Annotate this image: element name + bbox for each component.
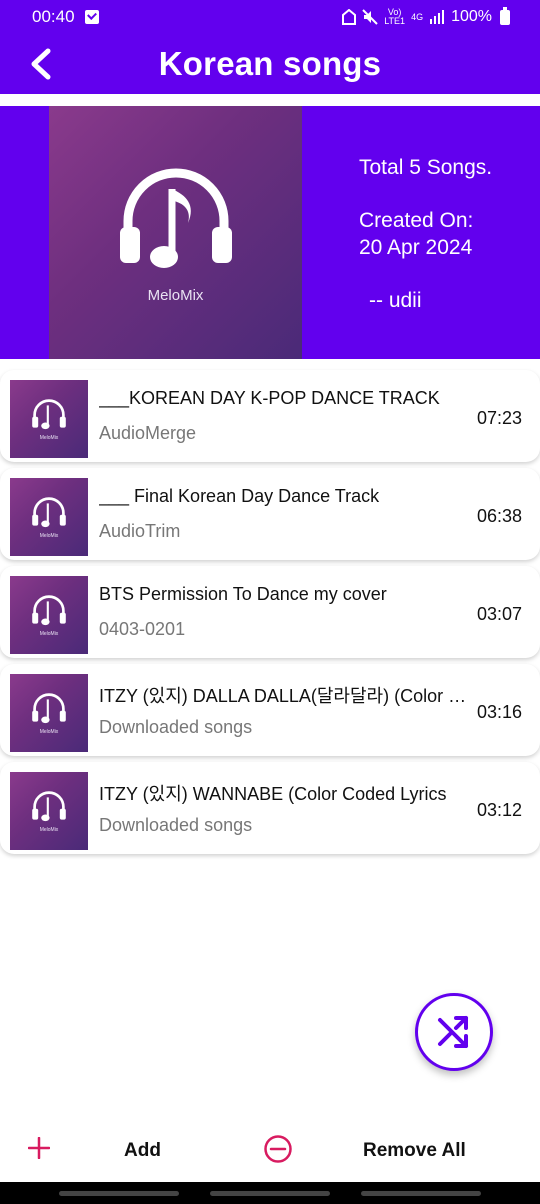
thumb-brand: MeloMix xyxy=(39,827,59,833)
song-thumbnail: MeloMix xyxy=(10,380,88,458)
mute-icon xyxy=(362,9,378,25)
headphones-note-icon xyxy=(32,399,66,430)
song-list: MeloMix ___KOREAN DAY K-POP DANCE TRACK … xyxy=(0,370,540,860)
song-folder: Downloaded songs xyxy=(99,717,253,737)
song-folder: AudioMerge xyxy=(99,423,197,443)
app-bar: Korean songs xyxy=(0,34,540,94)
playlist-meta: Total 5 Songs. Created On: 20 Apr 2024 -… xyxy=(359,154,492,314)
song-title: ___ Final Korean Day Dance Track xyxy=(99,486,380,506)
nav-recents[interactable] xyxy=(59,1191,179,1196)
signal-icon xyxy=(430,10,445,24)
song-duration: 03:16 xyxy=(476,702,522,722)
song-duration: 03:12 xyxy=(476,800,522,820)
system-nav-bar xyxy=(0,1182,540,1204)
song-title: BTS Permission To Dance my cover xyxy=(99,584,387,604)
status-time: 00:40 xyxy=(32,7,75,26)
shuffle-icon xyxy=(438,1016,468,1048)
data-type: 4G xyxy=(411,11,424,22)
shuffle-button[interactable] xyxy=(415,993,493,1071)
total-songs: Total 5 Songs. xyxy=(359,156,493,179)
song-row[interactable]: MeloMix ITZY (있지) DALLA DALLA(달라달라) (Col… xyxy=(0,664,540,756)
headphones-note-icon xyxy=(32,497,66,528)
song-thumbnail: MeloMix xyxy=(10,772,88,850)
home-alert-icon xyxy=(342,9,357,25)
song-title: ITZY (있지) DALLA DALLA(달라달라) (Color Coded… xyxy=(99,686,469,706)
bottom-action-bar: Add Remove All xyxy=(0,1118,540,1182)
song-duration: 03:07 xyxy=(476,604,522,624)
song-thumbnail: MeloMix xyxy=(10,478,88,556)
song-duration: 06:38 xyxy=(476,506,522,526)
song-title: ___KOREAN DAY K-POP DANCE TRACK xyxy=(99,388,440,408)
created-label: Created On: xyxy=(359,209,474,232)
thumb-brand: MeloMix xyxy=(39,435,59,441)
song-thumbnail: MeloMix xyxy=(10,674,88,752)
minus-circle-icon[interactable] xyxy=(263,1134,293,1164)
headphones-note-icon xyxy=(119,168,232,268)
playlist-author: -- udii xyxy=(369,289,422,312)
thumb-brand: MeloMix xyxy=(39,729,59,735)
volte-indicator: Vo) LTE1 xyxy=(384,7,406,26)
status-right: Vo) LTE1 4G 100% xyxy=(342,6,510,26)
headphones-note-icon xyxy=(32,595,66,626)
song-folder: AudioTrim xyxy=(99,521,181,541)
battery-icon xyxy=(500,6,510,25)
nav-back[interactable] xyxy=(361,1191,481,1196)
song-thumbnail: MeloMix xyxy=(10,576,88,654)
notification-icon xyxy=(84,10,99,24)
plus-icon[interactable] xyxy=(28,1137,50,1159)
remove-all-button[interactable]: Remove All xyxy=(363,1140,466,1162)
thumb-brand: MeloMix xyxy=(39,631,59,637)
status-bar: 00:40 Vo) LTE1 4G 100% xyxy=(0,0,540,34)
song-folder: 0403-0201 xyxy=(99,619,186,639)
song-row[interactable]: MeloMix ___ Final Korean Day Dance Track… xyxy=(0,468,540,560)
add-button[interactable]: Add xyxy=(124,1140,161,1162)
playlist-header: MeloMix Total 5 Songs. Created On: 20 Ap… xyxy=(0,106,540,359)
song-title: ITZY (있지) WANNABE (Color Coded Lyrics xyxy=(99,784,447,804)
battery-percent: 100% xyxy=(451,8,492,25)
song-row[interactable]: MeloMix BTS Permission To Dance my cover… xyxy=(0,566,540,658)
headphones-note-icon xyxy=(32,693,66,724)
page-title: Korean songs xyxy=(158,45,382,82)
song-duration: 07:23 xyxy=(476,408,522,428)
cover-brand: MeloMix xyxy=(147,287,204,304)
song-folder: Downloaded songs xyxy=(99,815,253,835)
playlist-cover: MeloMix xyxy=(49,106,302,359)
nav-home[interactable] xyxy=(210,1191,330,1196)
back-chevron-icon[interactable] xyxy=(26,48,56,80)
song-row[interactable]: MeloMix ___KOREAN DAY K-POP DANCE TRACK … xyxy=(0,370,540,462)
thumb-brand: MeloMix xyxy=(39,533,59,539)
song-row[interactable]: MeloMix ITZY (있지) WANNABE (Color Coded L… xyxy=(0,762,540,854)
headphones-note-icon xyxy=(32,791,66,822)
created-date: 20 Apr 2024 xyxy=(359,236,473,259)
